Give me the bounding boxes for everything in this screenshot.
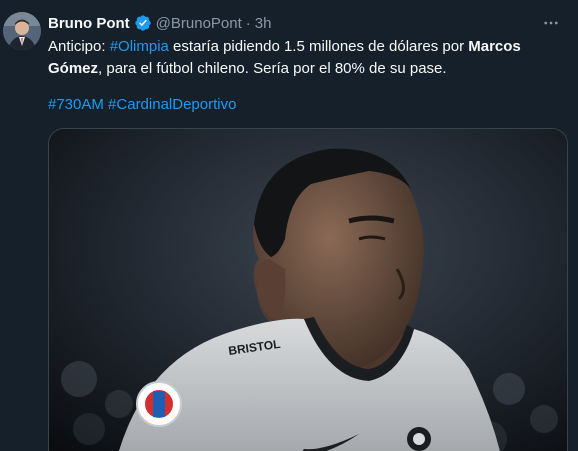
- author-handle[interactable]: @BrunoPont: [156, 15, 242, 32]
- hashtag-line: #730AM #CardinalDeportivo: [48, 94, 236, 116]
- avatar-image: [3, 12, 41, 50]
- verified-badge-icon: [134, 14, 152, 32]
- tweet-text-part1: Anticipo:: [48, 38, 110, 55]
- tweet-media-photo[interactable]: BRISTOL: [48, 128, 568, 451]
- hashtag-730am[interactable]: #730AM: [48, 96, 104, 113]
- tweet-text-part2: estaría pidiendo 1.5 millones de dólares…: [168, 38, 469, 55]
- separator-dot: ·: [245, 14, 251, 32]
- tweet-text: Anticipo: #Olimpia estaría pidiendo 1.5 …: [48, 36, 563, 80]
- hashtag-olimpia[interactable]: #Olimpia: [110, 38, 169, 55]
- tweet-header: Bruno Pont @BrunoPont · 3h: [48, 12, 271, 34]
- tweet-text-part3: , para el fútbol chileno. Sería por el 8…: [98, 60, 447, 77]
- author-name[interactable]: Bruno Pont: [48, 15, 130, 32]
- tweet-time[interactable]: 3h: [255, 15, 272, 32]
- avatar[interactable]: [3, 12, 41, 50]
- more-dots-icon[interactable]: [540, 12, 562, 34]
- player-photo: BRISTOL: [49, 129, 567, 451]
- hashtag-cardinaldeportivo[interactable]: #CardinalDeportivo: [108, 96, 236, 113]
- tweet-card[interactable]: Bruno Pont @BrunoPont · 3h Anticipo: #Ol…: [0, 0, 578, 451]
